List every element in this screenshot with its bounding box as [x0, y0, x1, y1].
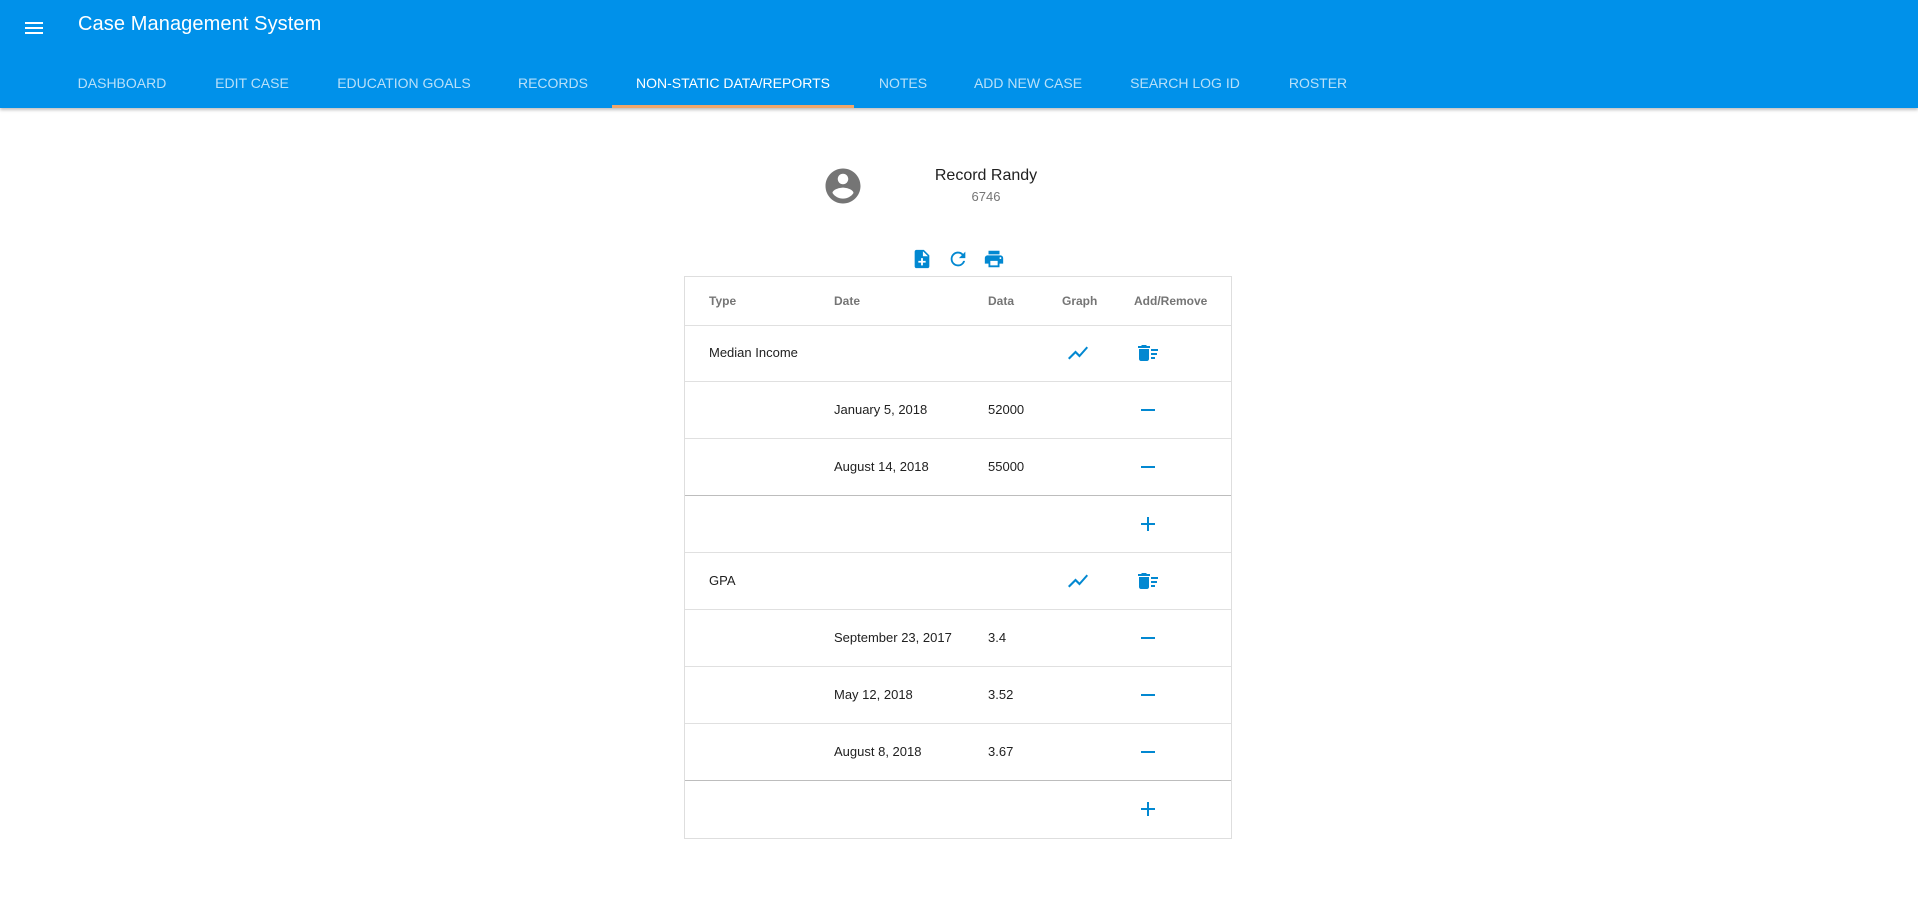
menu-icon[interactable]: [22, 16, 46, 40]
graph-icon[interactable]: [1066, 569, 1090, 593]
date-cell: September 23, 2017: [834, 630, 952, 645]
type-cell: Median Income: [709, 345, 798, 360]
tab-notes[interactable]: NOTES: [854, 63, 952, 108]
header-graph: Graph: [1062, 294, 1098, 308]
header-type: Type: [709, 294, 737, 308]
table-row-group-gpa: GPA: [685, 553, 1231, 610]
header-add-remove: Add/Remove: [1134, 294, 1208, 308]
delete-sweep-icon[interactable]: [1136, 569, 1160, 593]
graph-icon[interactable]: [1066, 341, 1090, 365]
remove-icon[interactable]: [1136, 398, 1160, 422]
tab-add-new-case[interactable]: ADD NEW CASE: [952, 63, 1104, 108]
table-row: August 14, 2018 55000: [685, 439, 1231, 496]
profile-name: Record Randy: [934, 167, 1038, 184]
tab-education-goals[interactable]: EDUCATION GOALS: [314, 63, 494, 108]
header-data: Data: [988, 294, 1015, 308]
app-bar: Case Management System DASHBOARD EDIT CA…: [0, 0, 1918, 108]
tab-roster[interactable]: ROSTER: [1266, 63, 1370, 108]
refresh-icon[interactable]: [947, 248, 969, 270]
tab-records[interactable]: RECORDS: [494, 63, 612, 108]
date-cell: May 12, 2018: [834, 687, 913, 702]
date-cell: August 8, 2018: [834, 744, 922, 759]
table-row: May 12, 2018 3.52: [685, 667, 1231, 724]
remove-icon[interactable]: [1136, 683, 1160, 707]
remove-icon[interactable]: [1136, 740, 1160, 764]
data-table: Type Date Data Graph Add/Remove Median I…: [684, 276, 1232, 839]
profile-id: 6746: [971, 189, 1001, 204]
remove-icon[interactable]: [1136, 455, 1160, 479]
tab-non-static-data-reports[interactable]: NON-STATIC DATA/REPORTS: [612, 63, 854, 108]
data-cell: 55000: [988, 459, 1025, 474]
avatar-icon: [822, 165, 864, 207]
remove-icon[interactable]: [1136, 626, 1160, 650]
add-icon[interactable]: [1136, 512, 1160, 536]
table-row: September 23, 2017 3.4: [685, 610, 1231, 667]
table-row: January 5, 2018 52000: [685, 382, 1231, 439]
type-cell: GPA: [709, 573, 736, 588]
add-icon[interactable]: [1136, 797, 1160, 821]
table-row: August 8, 2018 3.67: [685, 724, 1231, 781]
data-cell: 3.4: [988, 630, 1007, 645]
date-cell: January 5, 2018: [834, 402, 928, 417]
table-row-group-median-income: Median Income: [685, 325, 1231, 382]
data-cell: 3.52: [988, 687, 1014, 702]
add-document-icon[interactable]: [911, 248, 933, 270]
table-header: Type Date Data Graph Add/Remove: [685, 277, 1231, 326]
nav-tabs: DASHBOARD EDIT CASE EDUCATION GOALS RECO…: [0, 63, 1918, 108]
tab-edit-case[interactable]: EDIT CASE: [190, 63, 314, 108]
delete-sweep-icon[interactable]: [1136, 341, 1160, 365]
data-cell: 52000: [988, 402, 1025, 417]
tab-search-log-id[interactable]: SEARCH LOG ID: [1104, 63, 1266, 108]
table-row-add: [685, 781, 1231, 838]
print-icon[interactable]: [983, 248, 1005, 270]
date-cell: August 14, 2018: [834, 459, 929, 474]
tab-dashboard[interactable]: DASHBOARD: [54, 63, 190, 108]
data-cell: 3.67: [988, 744, 1014, 759]
header-date: Date: [834, 294, 861, 308]
app-title: Case Management System: [78, 13, 322, 35]
active-tab-indicator: [612, 105, 854, 108]
table-row-add: [685, 496, 1231, 553]
